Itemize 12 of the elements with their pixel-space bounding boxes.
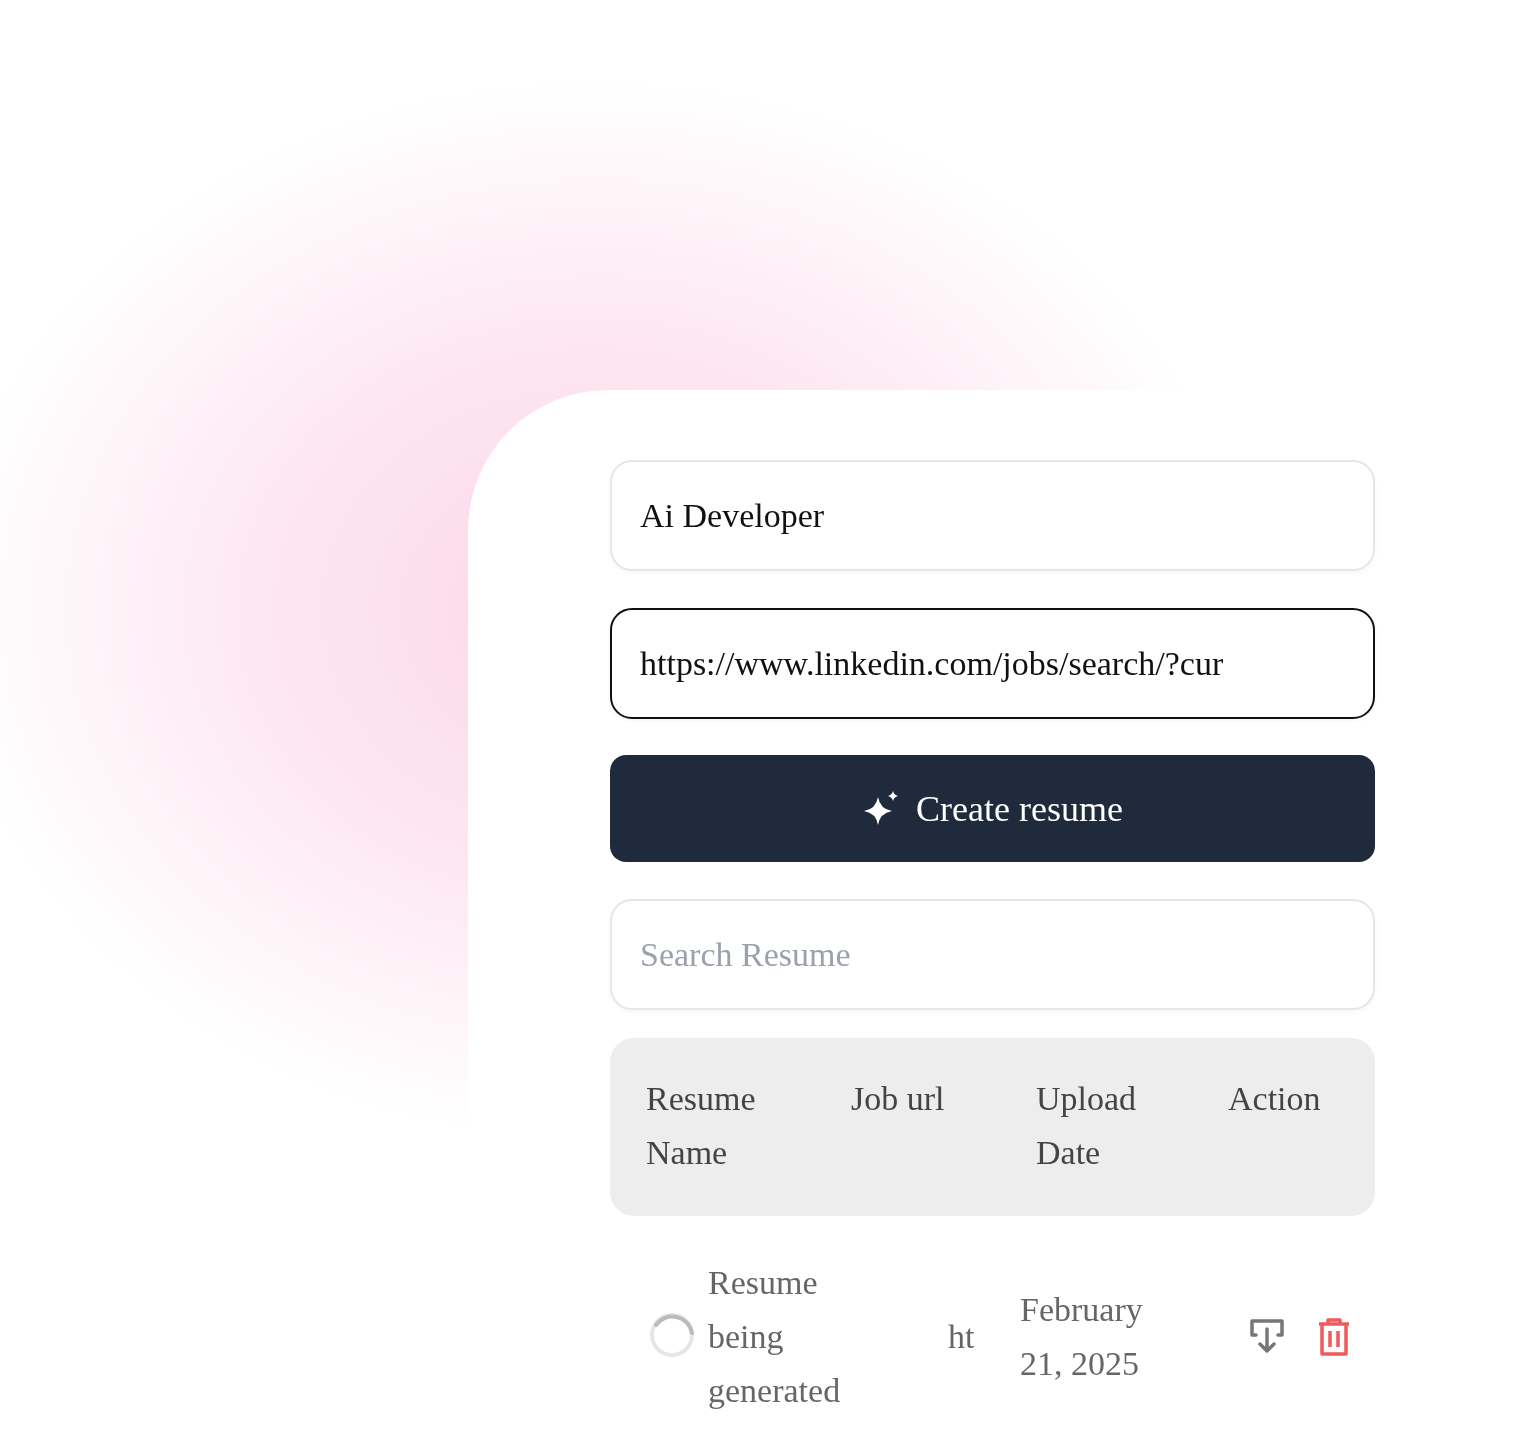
delete-icon[interactable] [1316, 1317, 1352, 1357]
search-field[interactable]: Search Resume [610, 899, 1375, 1010]
table-cell-text: February 21, 2025 [1020, 1290, 1144, 1384]
input-field[interactable]: Ai Developer [610, 460, 1375, 571]
column-header: Resume Name [646, 1079, 757, 1173]
column-header: Upload Date [1036, 1079, 1138, 1173]
create-resume-button[interactable]: Create resume [610, 755, 1375, 862]
input-field[interactable]: https://www.linkedin.com/jobs/search/?cur [610, 608, 1375, 719]
column-header: Action [1228, 1079, 1322, 1119]
table-cell-text: ht [948, 1317, 976, 1357]
column-header: Job url [851, 1079, 946, 1119]
table-cell-text: Resume being generated [708, 1263, 842, 1411]
